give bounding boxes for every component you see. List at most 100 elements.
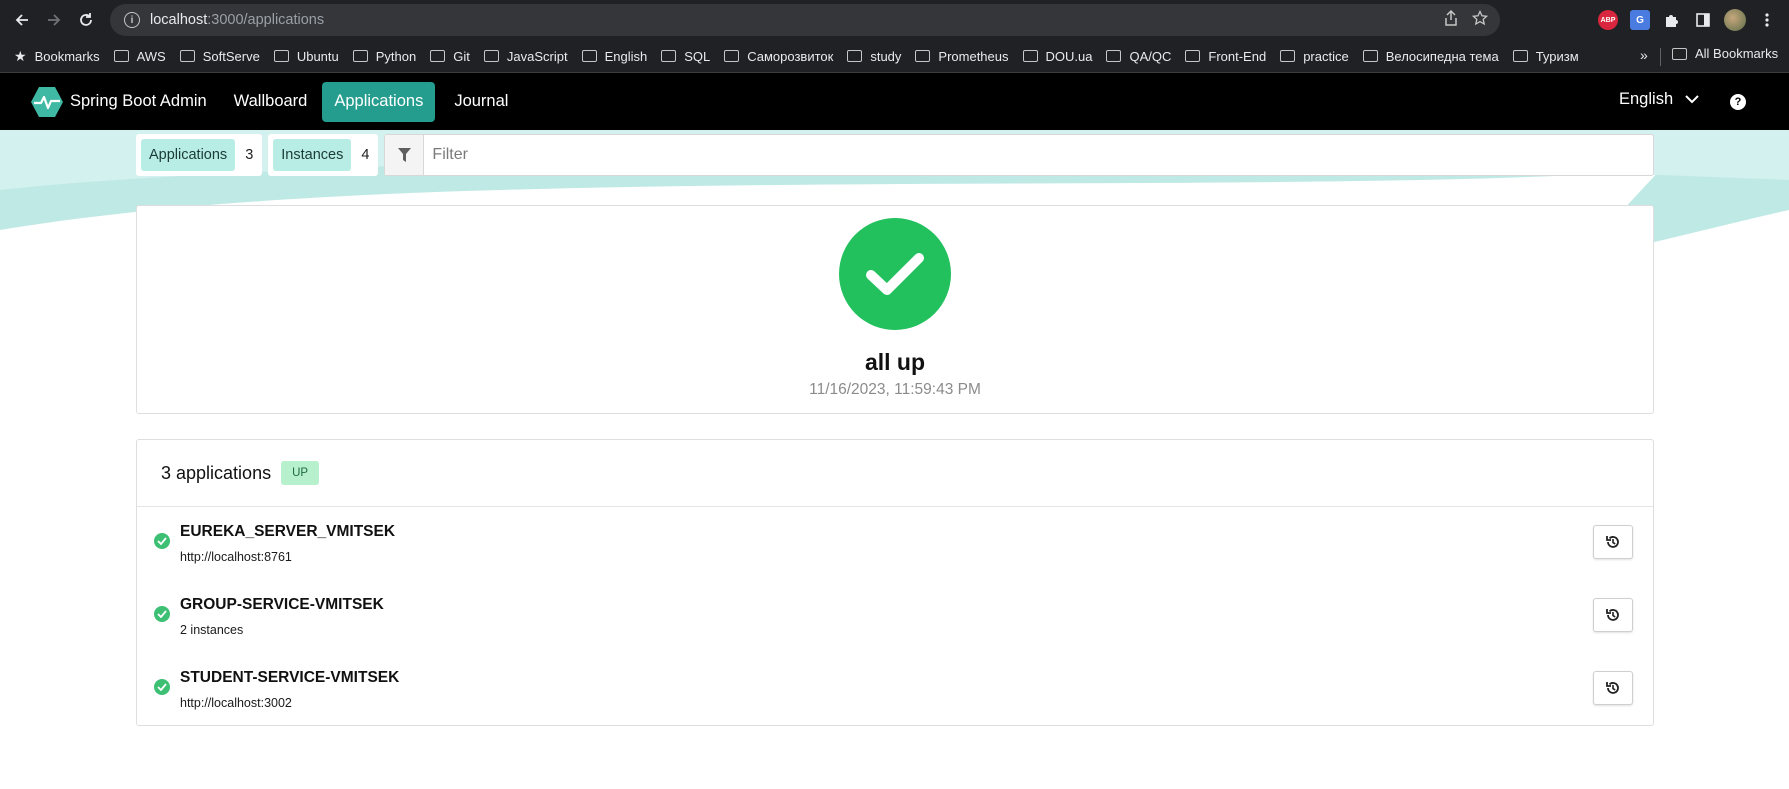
folder-icon bbox=[1022, 50, 1038, 62]
status-badge: UP bbox=[281, 461, 320, 485]
journal-button[interactable] bbox=[1593, 671, 1633, 705]
check-icon bbox=[154, 679, 170, 695]
bookmark-folder[interactable]: Туризм bbox=[1512, 49, 1579, 64]
folder-icon bbox=[1280, 50, 1296, 62]
translate-extension-icon[interactable]: G bbox=[1630, 10, 1650, 30]
all-bookmarks-item[interactable]: All Bookmarks bbox=[1672, 46, 1778, 61]
nav-wallboard[interactable]: Wallboard bbox=[222, 82, 320, 122]
puzzle-icon[interactable] bbox=[1660, 8, 1682, 32]
status-card: all up 11/16/2023, 11:59:43 PM bbox=[136, 205, 1654, 414]
history-icon bbox=[1606, 536, 1619, 548]
help-icon[interactable]: ? bbox=[1730, 94, 1746, 110]
application-name: STUDENT-SERVICE-VMITSEK bbox=[180, 669, 400, 686]
application-name: EUREKA_SERVER_VMITSEK bbox=[180, 523, 396, 540]
info-icon[interactable]: i bbox=[124, 12, 140, 28]
bookmarks-divider bbox=[1660, 48, 1661, 66]
status-timestamp: 11/16/2023, 11:59:43 PM bbox=[809, 381, 981, 398]
adblock-extension-icon[interactable]: ABP bbox=[1598, 10, 1618, 30]
language-label: English bbox=[1619, 90, 1674, 108]
bookmark-folder[interactable]: Git bbox=[430, 49, 470, 64]
folder-icon bbox=[430, 50, 446, 62]
folder-icon bbox=[724, 50, 740, 62]
bookmark-folder[interactable]: English bbox=[581, 49, 647, 64]
journal-button[interactable] bbox=[1593, 598, 1633, 632]
logo-icon bbox=[31, 86, 63, 117]
url-host: localhost bbox=[150, 12, 208, 28]
folder-icon bbox=[113, 50, 129, 62]
status-title: all up bbox=[864, 349, 926, 375]
folder-icon bbox=[483, 50, 499, 62]
bookmark-folder[interactable]: practice bbox=[1280, 49, 1349, 64]
folder-icon bbox=[352, 50, 368, 62]
folder-icon bbox=[1106, 50, 1122, 62]
folder-icon bbox=[847, 50, 863, 62]
check-icon bbox=[839, 218, 951, 330]
star-icon: ★ bbox=[14, 47, 27, 64]
share-icon[interactable] bbox=[1444, 9, 1458, 30]
application-instances: 2 instances bbox=[180, 623, 244, 637]
bookmark-folder[interactable]: DOU.ua bbox=[1022, 49, 1092, 64]
bookmark-folder[interactable]: study bbox=[847, 49, 901, 64]
star-icon[interactable] bbox=[1471, 9, 1489, 30]
application-row[interactable]: STUDENT-SERVICE-VMITSEK http://localhost… bbox=[137, 653, 1653, 726]
bookmark-folder[interactable]: Python bbox=[352, 49, 416, 64]
applications-counter: Applications 3 bbox=[136, 134, 263, 176]
applications-counter-label: Applications bbox=[141, 139, 236, 171]
nav-journal[interactable]: Journal bbox=[442, 82, 520, 122]
bookmarks-bar: ★ Bookmarks AWS SoftServe Ubuntu Python … bbox=[0, 40, 1789, 73]
language-select[interactable]: English bbox=[1619, 90, 1699, 109]
applications-count: 3 applications bbox=[161, 462, 272, 483]
filter-input[interactable] bbox=[424, 135, 1653, 175]
back-icon[interactable] bbox=[6, 0, 38, 40]
filter-bar: Applications 3 Instances 4 bbox=[136, 134, 1654, 176]
folder-icon bbox=[1362, 50, 1378, 62]
folder-icon bbox=[1672, 47, 1687, 60]
menu-icon[interactable] bbox=[1760, 8, 1774, 32]
reload-icon[interactable] bbox=[70, 0, 102, 40]
brand-link[interactable]: Spring Boot Admin bbox=[30, 85, 207, 119]
check-icon bbox=[154, 533, 170, 549]
bookmark-folder[interactable]: Велосипедна тема bbox=[1362, 49, 1499, 64]
brand-name: Spring Boot Admin bbox=[70, 92, 207, 110]
profile-avatar[interactable] bbox=[1724, 9, 1746, 31]
instances-counter: Instances 4 bbox=[268, 134, 379, 176]
bookmark-folder[interactable]: Ubuntu bbox=[273, 49, 339, 64]
bookmark-folder[interactable]: Prometheus bbox=[915, 49, 1009, 64]
bookmark-folder[interactable]: SQL bbox=[661, 49, 710, 64]
application-row[interactable]: EUREKA_SERVER_VMITSEK http://localhost:8… bbox=[137, 507, 1653, 580]
check-icon bbox=[154, 606, 170, 622]
chevron-down-icon bbox=[1685, 95, 1699, 104]
application-url: http://localhost:8761 bbox=[180, 550, 292, 564]
journal-button[interactable] bbox=[1593, 525, 1633, 559]
applications-counter-value: 3 bbox=[245, 147, 254, 163]
folder-icon bbox=[1185, 50, 1201, 62]
bookmark-folder[interactable]: SoftServe bbox=[179, 49, 260, 64]
application-name: GROUP-SERVICE-VMITSEK bbox=[180, 596, 384, 613]
url-path: :3000/applications bbox=[207, 12, 325, 28]
instances-counter-value: 4 bbox=[361, 147, 370, 163]
folder-icon bbox=[915, 50, 931, 62]
application-url: http://localhost:3002 bbox=[180, 696, 292, 710]
folder-icon bbox=[661, 50, 677, 62]
application-row[interactable]: GROUP-SERVICE-VMITSEK 2 instances bbox=[137, 580, 1653, 653]
forward-icon[interactable] bbox=[38, 0, 70, 40]
bookmarks-overflow-button[interactable]: » bbox=[1640, 47, 1648, 63]
bookmark-folder[interactable]: JavaScript bbox=[483, 49, 568, 64]
history-icon bbox=[1606, 682, 1619, 694]
instances-counter-label: Instances bbox=[273, 139, 352, 171]
bookmark-folder[interactable]: Front-End bbox=[1185, 49, 1266, 64]
nav-applications[interactable]: Applications bbox=[322, 81, 436, 122]
applications-group-header: 3 applications UP bbox=[137, 440, 1653, 507]
folder-icon bbox=[273, 50, 289, 62]
folder-icon bbox=[179, 50, 195, 62]
side-panel-icon[interactable] bbox=[1692, 8, 1714, 32]
filter-icon bbox=[385, 135, 425, 175]
bookmark-folder[interactable]: AWS bbox=[113, 49, 166, 64]
filter-field bbox=[384, 134, 1654, 176]
history-icon bbox=[1606, 609, 1619, 621]
app-navbar: Spring Boot Admin Wallboard Applications… bbox=[0, 73, 1789, 130]
bookmarks-item[interactable]: ★ Bookmarks bbox=[14, 48, 100, 65]
bookmark-folder[interactable]: QA/QC bbox=[1106, 49, 1171, 64]
bookmark-folder[interactable]: Саморозвиток bbox=[724, 49, 833, 64]
address-bar[interactable]: i localhost:3000/applications bbox=[110, 4, 1500, 36]
